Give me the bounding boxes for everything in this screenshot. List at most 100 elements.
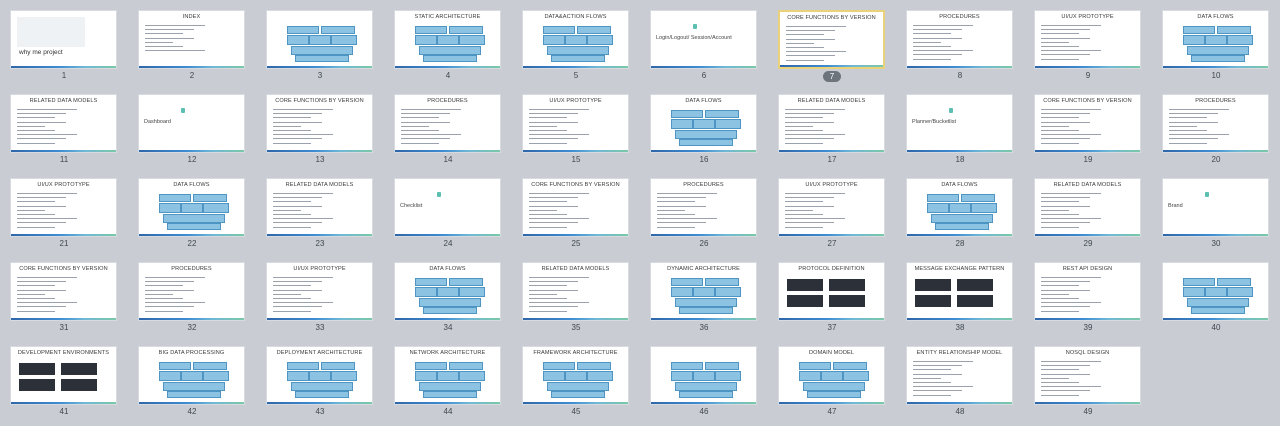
slide-thumbnail[interactable]: RELATED DATA MODELS xyxy=(522,262,629,321)
slide-thumbnail[interactable]: DATA FLOWS xyxy=(650,94,757,153)
text-line xyxy=(657,197,707,199)
footer-bar xyxy=(139,402,244,404)
text-line xyxy=(1041,197,1091,199)
slide-thumbnail[interactable]: UI/UX PROTOTYPE xyxy=(266,262,373,321)
slide-thumbnail[interactable]: DATA FLOWS xyxy=(138,178,245,237)
diagram-box xyxy=(415,35,437,45)
architecture-diagram xyxy=(669,108,741,146)
text-line xyxy=(1041,394,1080,396)
slide-number-label: 45 xyxy=(571,407,581,416)
slide-thumbnail[interactable]: PROCEDURES xyxy=(394,94,501,153)
text-line xyxy=(17,113,67,115)
text-line xyxy=(785,142,824,144)
slide-number-label: 13 xyxy=(315,155,325,164)
slide-thumbnail[interactable]: PROCEDURES xyxy=(906,10,1013,69)
slide-thumbnail[interactable] xyxy=(266,10,373,69)
slide-number: 29 xyxy=(1024,239,1152,248)
slide-thumbnail[interactable]: CORE FUNCTIONS BY VERSION xyxy=(1034,94,1141,153)
slide-thumbnail[interactable]: CORE FUNCTIONS BY VERSION xyxy=(522,178,629,237)
text-line xyxy=(657,222,707,224)
slide-thumbnail[interactable] xyxy=(1162,262,1269,321)
slide-thumbnail[interactable]: DEPLOYMENT ARCHITECTURE xyxy=(266,346,373,405)
slide-thumbnail[interactable]: BIG DATA PROCESSING xyxy=(138,346,245,405)
slide-thumbnail[interactable]: Checklist xyxy=(394,178,501,237)
slide-title: PROCEDURES xyxy=(427,98,468,104)
slide-cell: Login/Logout/ Session/Account 6 xyxy=(640,0,768,84)
slide-thumbnail[interactable]: PROCEDURES xyxy=(1162,94,1269,153)
slide-thumbnail[interactable]: RELATED DATA MODELS xyxy=(1034,178,1141,237)
diagram-box xyxy=(971,203,997,213)
slide-thumbnail[interactable]: DATA FLOWS xyxy=(1162,10,1269,69)
text-lines xyxy=(273,277,333,315)
slide-thumbnail[interactable]: REST API DESIGN xyxy=(1034,262,1141,321)
slide-thumbnail[interactable]: NOSQL DESIGN xyxy=(1034,346,1141,405)
text-line xyxy=(657,213,696,215)
slide-thumbnail[interactable]: MESSAGE EXCHANGE PATTERN xyxy=(906,262,1013,321)
slide-title: NETWORK ARCHITECTURE xyxy=(409,350,486,356)
slide-thumbnail[interactable]: Dashboard xyxy=(138,94,245,153)
slide-thumbnail[interactable]: UI/UX PROTOTYPE xyxy=(778,178,885,237)
slide-thumbnail[interactable]: DEVELOPMENT ENVIRONMENTS xyxy=(10,346,117,405)
text-line xyxy=(1041,109,1101,110)
diagram-box xyxy=(309,371,331,381)
text-line xyxy=(17,289,67,291)
diagram-box xyxy=(565,371,587,381)
diagram-box xyxy=(295,391,349,398)
slide-thumbnail[interactable]: INDEX xyxy=(138,10,245,69)
slide-thumbnail[interactable]: CORE FUNCTIONS BY VERSION xyxy=(10,262,117,321)
slide-title: CORE FUNCTIONS BY VERSION xyxy=(275,98,364,104)
slide-thumbnail[interactable]: Login/Logout/ Session/Account xyxy=(650,10,757,69)
slide-thumbnail[interactable]: DATA FLOWS xyxy=(906,178,1013,237)
slide-thumbnail[interactable]: DOMAIN MODEL xyxy=(778,346,885,405)
slide-title: UI/UX PROTOTYPE xyxy=(293,266,346,272)
slide-number-label: 18 xyxy=(955,155,965,164)
slide-title: DYNAMIC ARCHITECTURE xyxy=(667,266,740,272)
slide-thumbnail[interactable]: ENTITY RELATIONSHIP MODEL xyxy=(906,346,1013,405)
slide-number-label: 23 xyxy=(315,239,325,248)
slide-thumbnail[interactable] xyxy=(650,346,757,405)
slide-thumbnail[interactable]: FRAMEWORK ARCHITECTURE xyxy=(522,346,629,405)
slide-thumbnail[interactable]: DATA FLOWS xyxy=(394,262,501,321)
slide-thumbnail[interactable]: RELATED DATA MODELS xyxy=(778,94,885,153)
diagram-box xyxy=(415,26,447,34)
diagram-box xyxy=(671,110,703,118)
slide-thumbnail[interactable]: UI/UX PROTOTYPE xyxy=(522,94,629,153)
text-lines xyxy=(401,109,461,147)
slide-thumbnail[interactable]: UI/UX PROTOTYPE xyxy=(1034,10,1141,69)
footer-bar xyxy=(779,234,884,236)
text-line xyxy=(529,297,568,299)
slide-thumbnail[interactable]: DATA&ACTION FLOWS xyxy=(522,10,629,69)
diagram-box xyxy=(551,55,605,62)
diagram-box xyxy=(459,371,485,381)
architecture-diagram xyxy=(413,24,485,62)
slide-number: 2 xyxy=(128,71,256,80)
slide-thumbnail[interactable]: CORE FUNCTIONS BY VERSION xyxy=(266,94,373,153)
slide-number: 8 xyxy=(896,71,1024,80)
diagram-box xyxy=(1183,35,1205,45)
slide-thumbnail[interactable]: Planner/Bucketlist xyxy=(906,94,1013,153)
text-line xyxy=(1041,201,1080,203)
slide-thumbnail[interactable]: PROCEDURES xyxy=(138,262,245,321)
text-line xyxy=(17,109,77,110)
text-line xyxy=(17,209,45,211)
slide-thumbnail[interactable]: Brand xyxy=(1162,178,1269,237)
text-line xyxy=(529,121,579,123)
text-line xyxy=(273,213,312,215)
slide-thumbnail[interactable]: DYNAMIC ARCHITECTURE xyxy=(650,262,757,321)
slide-thumbnail[interactable]: PROTOCOL DEFINITION xyxy=(778,262,885,321)
text-line xyxy=(1169,117,1208,119)
text-line xyxy=(1041,361,1101,362)
diagram-box xyxy=(449,278,483,286)
slide-thumbnail[interactable]: STATIC ARCHITECTURE xyxy=(394,10,501,69)
slide-thumbnail[interactable]: PROCEDURES xyxy=(650,178,757,237)
text-line xyxy=(913,365,963,367)
slide-thumbnail[interactable]: UI/UX PROTOTYPE xyxy=(10,178,117,237)
slide-thumbnail[interactable]: RELATED DATA MODELS xyxy=(266,178,373,237)
slide-thumbnail[interactable]: NETWORK ARCHITECTURE xyxy=(394,346,501,405)
slide-thumbnail[interactable]: why me project xyxy=(10,10,117,69)
diagram-box xyxy=(543,35,565,45)
slide-cell: UI/UX PROTOTYPE 21 xyxy=(0,168,128,252)
slide-thumbnail[interactable]: CORE FUNCTIONS BY VERSION xyxy=(778,10,885,69)
slide-thumbnail[interactable]: RELATED DATA MODELS xyxy=(10,94,117,153)
text-line xyxy=(145,33,184,35)
